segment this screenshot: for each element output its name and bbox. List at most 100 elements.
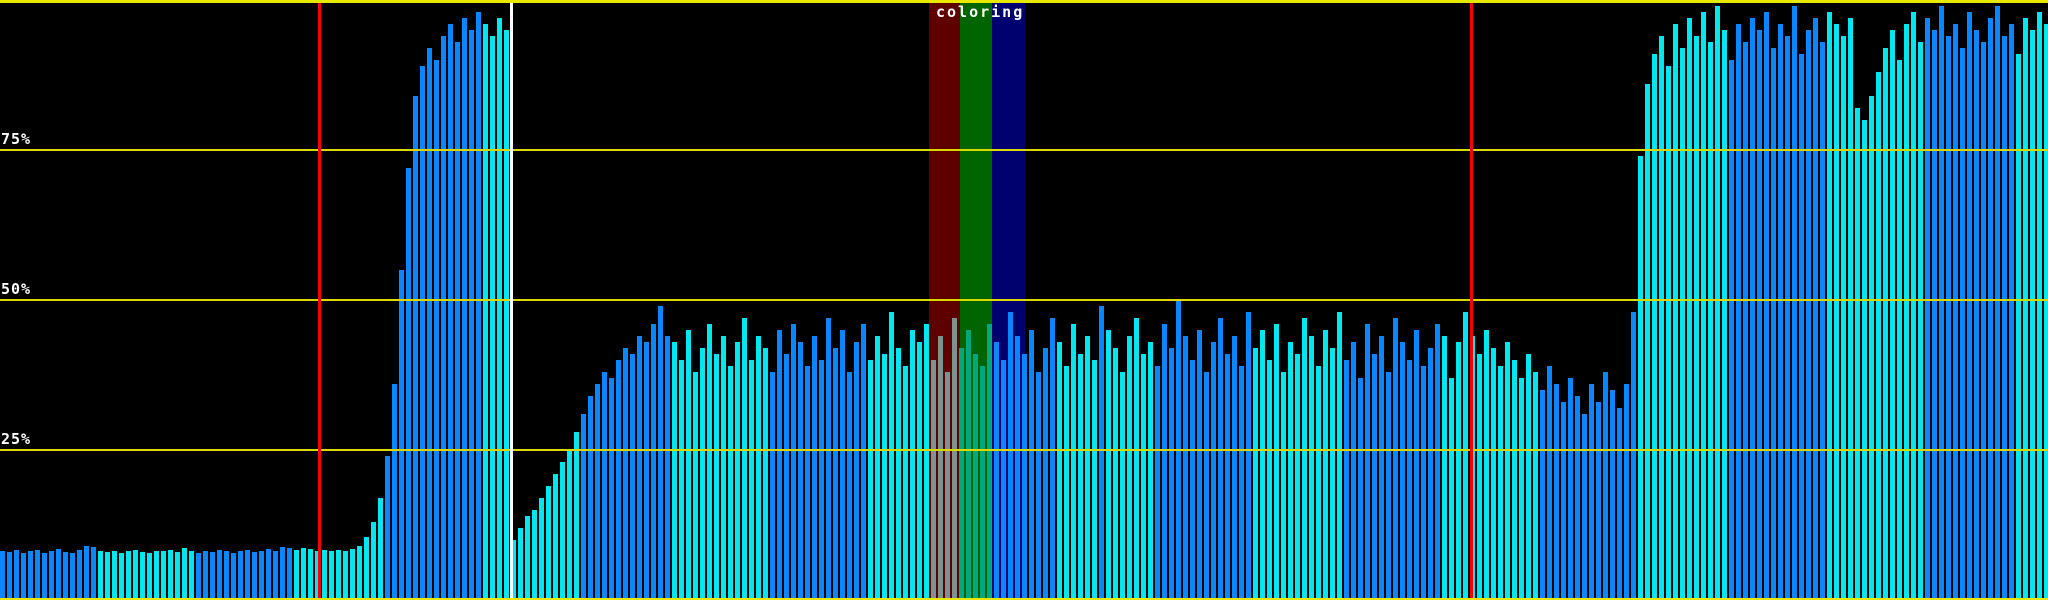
gridline-25 [0, 449, 2048, 451]
bar [154, 550, 159, 600]
bar [1792, 6, 1797, 600]
bar [1876, 72, 1881, 600]
bar [861, 324, 866, 600]
bar [1736, 24, 1741, 600]
bar [1288, 342, 1293, 600]
bar [1561, 402, 1566, 600]
bar [1890, 30, 1895, 600]
bar [1498, 366, 1503, 600]
bar [1694, 36, 1699, 600]
bar [1666, 66, 1671, 600]
bar [1596, 402, 1601, 600]
bar [574, 432, 579, 600]
bar [1379, 336, 1384, 600]
bar [168, 549, 173, 600]
bar [1358, 378, 1363, 600]
bar [567, 450, 572, 600]
bar [1911, 12, 1916, 600]
bar [518, 528, 523, 600]
bar [385, 456, 390, 600]
bar [679, 360, 684, 600]
bar [1407, 360, 1412, 600]
bar [364, 537, 369, 600]
bar [1862, 120, 1867, 600]
bar [847, 372, 852, 600]
bar [616, 360, 621, 600]
top-border-line [0, 0, 2048, 3]
bar [1400, 342, 1405, 600]
bar [1778, 24, 1783, 600]
bar [14, 549, 19, 600]
bar [1764, 12, 1769, 600]
bar [1435, 324, 1440, 600]
bar [980, 366, 985, 600]
bar [742, 318, 747, 600]
bar [1624, 384, 1629, 600]
bar [1015, 336, 1020, 600]
bar [1568, 378, 1573, 600]
bar [1995, 6, 2000, 600]
bar [532, 510, 537, 600]
bar [1715, 6, 1720, 600]
bar [84, 546, 89, 600]
bar [224, 551, 229, 600]
bar [42, 553, 47, 600]
bar [1085, 336, 1090, 600]
bar [1120, 372, 1125, 600]
bar [1148, 342, 1153, 600]
bar [1225, 354, 1230, 600]
bar [175, 552, 180, 600]
bar [56, 549, 61, 600]
bar [294, 550, 299, 600]
bar [728, 366, 733, 600]
bar [539, 498, 544, 600]
bar [672, 342, 677, 600]
coloring-section-label: coloring [936, 3, 1025, 21]
bar [231, 552, 236, 600]
bar [308, 549, 313, 600]
bar [1043, 348, 1048, 600]
bar [126, 551, 131, 600]
bar [875, 336, 880, 600]
bar [840, 330, 845, 600]
bar [966, 330, 971, 600]
bar [1806, 30, 1811, 600]
bar [1533, 372, 1538, 600]
bar [931, 360, 936, 600]
bar [805, 366, 810, 600]
bar [21, 552, 26, 600]
bar [1743, 42, 1748, 600]
bar [1134, 318, 1139, 600]
bar [1239, 366, 1244, 600]
bar [63, 552, 68, 600]
bar [2009, 24, 2014, 600]
bar [0, 550, 5, 600]
bar [1645, 84, 1650, 600]
bar [28, 551, 33, 600]
usage-graph: 75% 50% 25% coloring [0, 0, 2048, 600]
bar [1848, 18, 1853, 600]
bar [1701, 12, 1706, 600]
bar [763, 348, 768, 600]
bar [2023, 18, 2028, 600]
bar [1827, 12, 1832, 600]
bar [420, 66, 425, 600]
bar [665, 336, 670, 600]
bar [140, 552, 145, 600]
bar [854, 342, 859, 600]
bar [273, 551, 278, 600]
bar [1050, 318, 1055, 600]
bar [1771, 48, 1776, 600]
marker-red-2 [1470, 0, 1473, 600]
bar [378, 498, 383, 600]
bar [1484, 330, 1489, 600]
bar [462, 18, 467, 600]
bar [147, 553, 152, 600]
bar [1001, 360, 1006, 600]
bar [1953, 24, 1958, 600]
bar [427, 48, 432, 600]
bar [987, 324, 992, 600]
bar [1022, 354, 1027, 600]
bar [1540, 390, 1545, 600]
bar [1491, 348, 1496, 600]
